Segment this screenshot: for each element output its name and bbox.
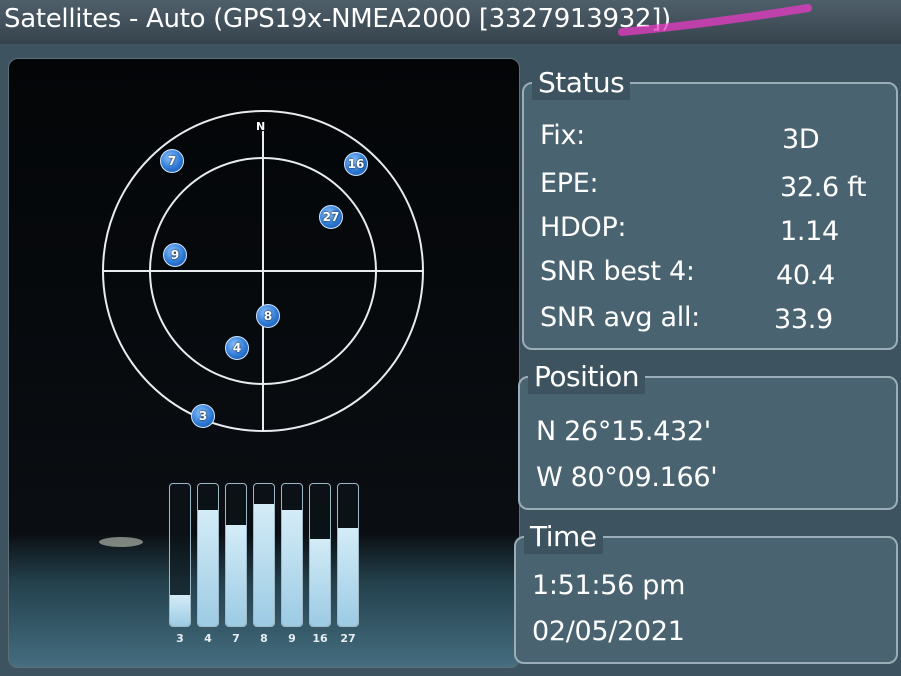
satellite-marker[interactable]: 4 bbox=[225, 336, 249, 360]
hdop-label: HDOP: bbox=[540, 212, 627, 243]
signal-bar bbox=[197, 483, 219, 627]
satellite-marker[interactable]: 27 bbox=[319, 205, 343, 229]
signal-bar-fill bbox=[310, 539, 330, 626]
fix-value: 3D bbox=[782, 124, 820, 155]
signal-bar-fill bbox=[170, 595, 190, 626]
signal-bar bbox=[225, 483, 247, 627]
signal-bar bbox=[309, 483, 331, 627]
signal-bar-label: 9 bbox=[288, 632, 296, 645]
hdop-value: 1.14 bbox=[780, 216, 839, 247]
signal-bar-fill bbox=[198, 510, 218, 626]
signal-bar-fill bbox=[226, 525, 246, 626]
satellite-marker[interactable]: 7 bbox=[160, 149, 184, 173]
signal-bar-label: 8 bbox=[260, 632, 268, 645]
signal-bar bbox=[169, 483, 191, 627]
fix-label: Fix: bbox=[540, 120, 585, 151]
signal-bar-label: 16 bbox=[312, 632, 328, 645]
north-label: N bbox=[256, 120, 266, 133]
satellite-marker[interactable]: 8 bbox=[256, 304, 280, 328]
signal-bar bbox=[253, 483, 275, 627]
screen-glare bbox=[99, 537, 143, 547]
snr-best-label: SNR best 4: bbox=[540, 256, 695, 287]
time-heading: Time bbox=[524, 520, 603, 554]
satellite-marker[interactable]: 3 bbox=[191, 404, 215, 428]
time-panel: Time 1:51:56 pm 02/05/2021 bbox=[514, 520, 898, 664]
window-title: Satellites - Auto (GPS19x-NMEA2000 [3327… bbox=[4, 4, 671, 34]
date: 02/05/2021 bbox=[532, 616, 685, 647]
position-heading: Position bbox=[528, 360, 646, 394]
signal-bar-label: 7 bbox=[232, 632, 240, 645]
title-bar: Satellites - Auto (GPS19x-NMEA2000 [3327… bbox=[0, 0, 901, 44]
signal-bar-fill bbox=[338, 528, 358, 626]
epe-value: 32.6 ft bbox=[780, 172, 867, 203]
satellite-marker[interactable]: 9 bbox=[163, 243, 187, 267]
signal-bars: 3 4 7 8 9 16 27 bbox=[169, 483, 369, 653]
signal-bar bbox=[281, 483, 303, 627]
latitude: N 26°15.432' bbox=[536, 416, 711, 447]
signal-bar-label: 3 bbox=[176, 632, 184, 645]
signal-bar-fill bbox=[254, 504, 274, 626]
signal-bar-label: 4 bbox=[204, 632, 212, 645]
clock: 1:51:56 pm bbox=[532, 570, 686, 601]
snr-best-value: 40.4 bbox=[776, 260, 835, 291]
skyplot-panel: N 7 16 27 9 8 4 3 3 4 7 8 9 16 27 bbox=[8, 58, 520, 668]
snr-avg-value: 33.9 bbox=[774, 304, 833, 335]
signal-bar-fill bbox=[282, 510, 302, 626]
position-panel: Position N 26°15.432' W 80°09.166' bbox=[518, 360, 898, 510]
satellite-marker[interactable]: 16 bbox=[344, 152, 368, 176]
signal-bar-label: 27 bbox=[340, 632, 356, 645]
snr-avg-label: SNR avg all: bbox=[540, 302, 700, 333]
longitude: W 80°09.166' bbox=[536, 462, 718, 493]
status-heading: Status bbox=[532, 66, 631, 100]
epe-label: EPE: bbox=[540, 168, 599, 199]
signal-bar bbox=[337, 483, 359, 627]
status-panel: Status Fix: 3D EPE: 32.6 ft HDOP: 1.14 S… bbox=[522, 66, 898, 350]
